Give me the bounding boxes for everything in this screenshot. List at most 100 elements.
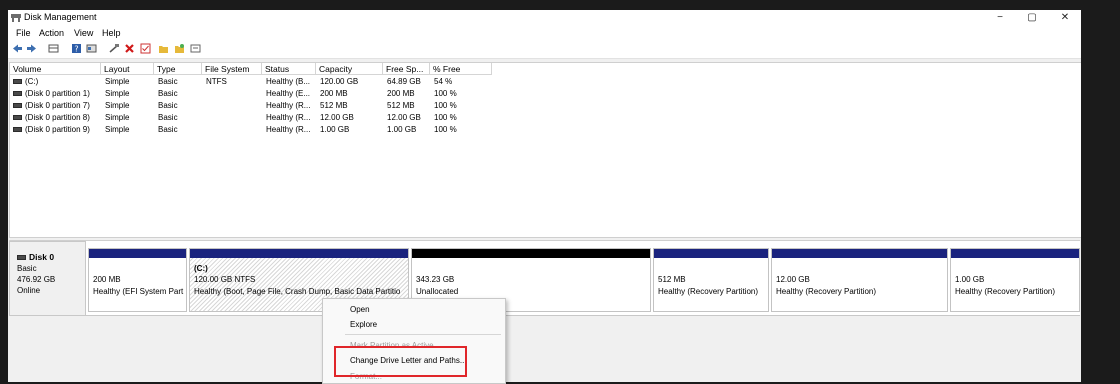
cell-capacity: 1.00 GB bbox=[320, 125, 350, 134]
partition-recovery-1[interactable]: 512 MB Healthy (Recovery Partition) bbox=[653, 248, 769, 312]
volume-icon bbox=[13, 79, 22, 85]
partition-size: 12.00 GB bbox=[776, 275, 810, 284]
cell-free-space: 12.00 GB bbox=[387, 113, 421, 122]
cell-status: Healthy (B... bbox=[266, 77, 311, 86]
close-button[interactable]: ✕ bbox=[1048, 10, 1081, 26]
partition-size: 1.00 GB bbox=[955, 275, 985, 284]
column-header-volume[interactable]: Volume bbox=[10, 63, 101, 75]
list-icon[interactable] bbox=[48, 43, 59, 54]
disk-status: Online bbox=[17, 286, 41, 295]
back-icon[interactable] bbox=[12, 43, 23, 54]
title-bar: Disk Management − ▢ ✕ bbox=[8, 10, 1081, 26]
cell-layout: Simple bbox=[105, 101, 130, 110]
volume-icon bbox=[13, 115, 22, 121]
settings-icon[interactable] bbox=[190, 43, 201, 54]
volume-icon bbox=[13, 91, 22, 97]
menu-action[interactable]: Action bbox=[39, 28, 64, 38]
menu-bar: File Action View Help bbox=[8, 26, 1081, 40]
menu-help[interactable]: Help bbox=[102, 28, 121, 38]
volume-icon bbox=[13, 103, 22, 109]
cell-free-space: 1.00 GB bbox=[387, 125, 417, 134]
partition-bar bbox=[951, 249, 1079, 258]
delete-icon[interactable] bbox=[124, 43, 135, 54]
properties-icon[interactable] bbox=[86, 43, 97, 54]
column-header-file-system[interactable]: File System bbox=[202, 63, 262, 75]
disk-view-empty-area bbox=[9, 315, 1080, 382]
context-menu-explore[interactable]: Explore bbox=[350, 320, 377, 329]
disk-graphical-view: Disk 0 Basic 476.92 GB Online 200 MB Hea… bbox=[9, 240, 1080, 321]
partition-status: Healthy (Boot, Page File, Crash Dump, Ba… bbox=[194, 287, 401, 296]
cell-volume: (Disk 0 partition 8) bbox=[25, 113, 90, 122]
cell-capacity: 512 MB bbox=[320, 101, 348, 110]
partition-bar bbox=[772, 249, 947, 258]
forward-icon[interactable] bbox=[26, 43, 37, 54]
minimize-button[interactable]: − bbox=[983, 10, 1017, 26]
column-header-type[interactable]: Type bbox=[154, 63, 202, 75]
column-header-layout[interactable]: Layout bbox=[101, 63, 154, 75]
cell-type: Basic bbox=[158, 77, 178, 86]
partition-bar bbox=[654, 249, 768, 258]
partition-bar bbox=[190, 249, 408, 258]
disk-management-icon bbox=[11, 14, 21, 22]
partition-recovery-2[interactable]: 12.00 GB Healthy (Recovery Partition) bbox=[771, 248, 948, 312]
cell-percent-free: 100 % bbox=[434, 125, 457, 134]
cell-layout: Simple bbox=[105, 125, 130, 134]
cell-percent-free: 100 % bbox=[434, 113, 457, 122]
menu-view[interactable]: View bbox=[74, 28, 93, 38]
window-title: Disk Management bbox=[24, 12, 97, 22]
cell-volume: (Disk 0 partition 7) bbox=[25, 101, 90, 110]
partition-efi[interactable]: 200 MB Healthy (EFI System Part bbox=[88, 248, 187, 312]
maximize-button[interactable]: ▢ bbox=[1015, 10, 1049, 26]
partition-size: 200 MB bbox=[93, 275, 121, 284]
cell-type: Basic bbox=[158, 101, 178, 110]
cell-status: Healthy (E... bbox=[266, 89, 311, 98]
column-header-percent-free[interactable]: % Free bbox=[430, 63, 492, 75]
cell-capacity: 12.00 GB bbox=[320, 113, 354, 122]
partition-status: Unallocated bbox=[416, 287, 459, 296]
cell-free-space: 512 MB bbox=[387, 101, 415, 110]
context-menu-separator bbox=[345, 334, 501, 335]
help-icon[interactable]: ? bbox=[71, 43, 82, 54]
cell-type: Basic bbox=[158, 89, 178, 98]
partition-size: 343.23 GB bbox=[416, 275, 455, 284]
disk-management-window: Disk Management − ▢ ✕ File Action View H… bbox=[8, 10, 1081, 382]
cell-type: Basic bbox=[158, 125, 178, 134]
partition-size: 512 MB bbox=[658, 275, 686, 284]
connect-icon[interactable] bbox=[109, 43, 120, 54]
partition-status: Healthy (Recovery Partition) bbox=[955, 287, 1056, 296]
disk-size: 476.92 GB bbox=[17, 275, 56, 284]
partition-status: Healthy (Recovery Partition) bbox=[658, 287, 759, 296]
cell-volume: (C:) bbox=[25, 77, 39, 86]
cell-capacity: 200 MB bbox=[320, 89, 348, 98]
column-header-status[interactable]: Status bbox=[262, 63, 316, 75]
partition-bar bbox=[412, 249, 650, 258]
menu-file[interactable]: File bbox=[16, 28, 31, 38]
cell-file-system: NTFS bbox=[206, 77, 227, 86]
partition-bar bbox=[89, 249, 186, 258]
cell-percent-free: 100 % bbox=[434, 101, 457, 110]
disk-name: Disk 0 bbox=[29, 252, 55, 262]
folder-icon[interactable] bbox=[158, 43, 169, 54]
disk-icon bbox=[17, 255, 26, 261]
cell-percent-free: 54 % bbox=[434, 77, 453, 86]
partition-recovery-3[interactable]: 1.00 GB Healthy (Recovery Partition) bbox=[950, 248, 1080, 312]
highlight-box bbox=[334, 346, 467, 377]
cell-free-space: 200 MB bbox=[387, 89, 415, 98]
cell-status: Healthy (R... bbox=[266, 113, 311, 122]
volume-list: Volume Layout Type File System Status Ca… bbox=[9, 62, 1081, 238]
new-folder-icon[interactable] bbox=[174, 43, 185, 54]
volume-icon bbox=[13, 127, 22, 133]
check-icon[interactable] bbox=[140, 43, 151, 54]
context-menu-open[interactable]: Open bbox=[350, 305, 370, 314]
column-header-capacity[interactable]: Capacity bbox=[316, 63, 383, 75]
disk-type: Basic bbox=[17, 264, 37, 273]
partition-size: 120.00 GB NTFS bbox=[194, 275, 256, 284]
cell-status: Healthy (R... bbox=[266, 125, 311, 134]
partition-status: Healthy (Recovery Partition) bbox=[776, 287, 877, 296]
disk-0-label[interactable]: Disk 0 Basic 476.92 GB Online bbox=[9, 241, 86, 316]
cell-status: Healthy (R... bbox=[266, 101, 311, 110]
cell-free-space: 64.89 GB bbox=[387, 77, 421, 86]
cell-type: Basic bbox=[158, 113, 178, 122]
column-header-free-space[interactable]: Free Sp... bbox=[383, 63, 430, 75]
svg-text:?: ? bbox=[74, 45, 78, 54]
